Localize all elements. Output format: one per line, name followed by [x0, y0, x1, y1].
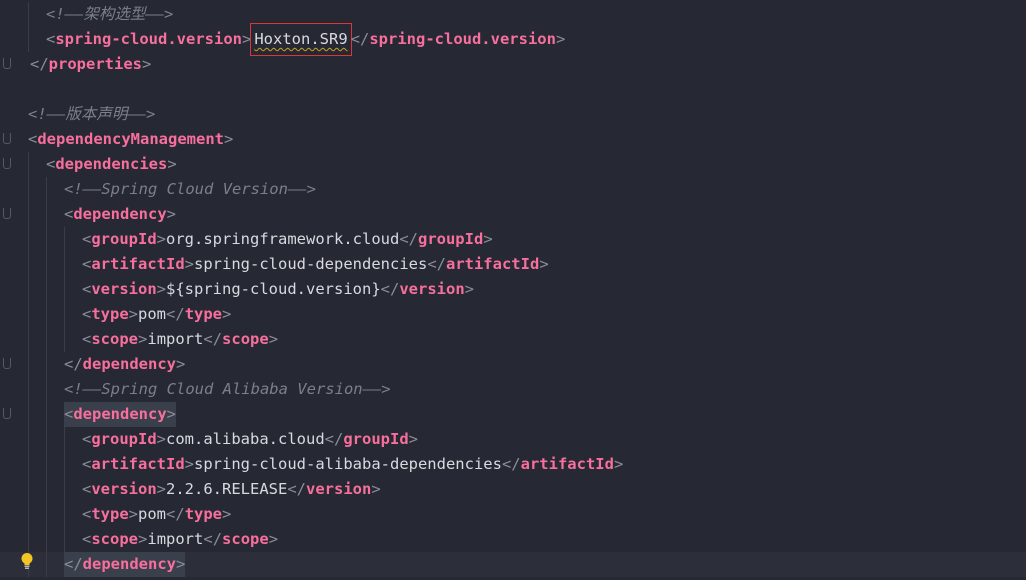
- code-line: <version>${spring-cloud.version}</versio…: [0, 277, 1026, 302]
- code-line: <dependency>: [0, 402, 1026, 427]
- tag-value: pom: [138, 505, 167, 523]
- xml-tag: dependencies: [55, 155, 168, 173]
- xml-comment: <!——架构选型——>: [46, 5, 174, 23]
- code-line: <scope>import</scope>: [0, 327, 1026, 352]
- xml-comment: <!——Spring Cloud Version——>: [64, 180, 316, 198]
- xml-tag: groupId: [343, 430, 409, 448]
- xml-tag: version: [399, 280, 465, 298]
- xml-tag: spring-cloud.version: [369, 30, 556, 48]
- xml-tag: artifactId: [445, 255, 540, 273]
- xml-comment: <!——Spring Cloud Alibaba Version——>: [64, 380, 391, 398]
- code-line: <dependencyManagement>: [28, 130, 234, 148]
- tag-value: org.springframework.cloud: [166, 230, 400, 248]
- xml-tag: type: [184, 305, 223, 323]
- xml-tag: version: [91, 480, 157, 498]
- matched-tag: <dependency>: [64, 402, 177, 427]
- xml-tag: properties: [48, 55, 142, 73]
- matched-tag: </dependency>: [64, 552, 186, 577]
- xml-tag: scope: [222, 330, 269, 348]
- xml-tag: scope: [91, 330, 139, 348]
- code-line: <spring-cloud.version> Hoxton.SR9 </spring…: [0, 23, 1026, 56]
- tag-value: com.alibaba.cloud: [166, 430, 325, 448]
- code-line: </dependency>: [0, 352, 1026, 377]
- xml-tag: version: [306, 480, 372, 498]
- code-line: <!——版本声明——>: [0, 102, 1026, 127]
- code-line-current: </dependency>: [0, 552, 1026, 577]
- xml-tag: scope: [222, 530, 269, 548]
- lightbulb-icon[interactable]: [20, 552, 34, 570]
- tag-value: import: [147, 530, 204, 548]
- xml-tag: scope: [91, 530, 139, 548]
- code-line: <dependencies>: [0, 152, 1026, 177]
- xml-tag: groupId: [417, 230, 484, 248]
- xml-tag: dependency: [73, 405, 167, 423]
- code-line: <type>pom</type>: [0, 502, 1026, 527]
- code-line: <!——Spring Cloud Version——>: [0, 177, 1026, 202]
- xml-tag: groupId: [91, 230, 157, 248]
- tag-value: 2.2.6.RELEASE: [166, 480, 288, 498]
- code-line: <!——架构选型——>: [0, 2, 1026, 27]
- tag-value: pom: [138, 305, 167, 323]
- xml-tag: dependency: [82, 355, 176, 373]
- code-line: <type>pom</type>: [0, 302, 1026, 327]
- xml-tag: spring-cloud.version: [55, 30, 242, 48]
- code-editor[interactable]: <!——架构选型——> <spring-cloud.version> Hoxton…: [0, 0, 1026, 580]
- xml-tag: version: [91, 280, 157, 298]
- code-area[interactable]: <!——架构选型——> <spring-cloud.version> Hoxton…: [0, 2, 1026, 577]
- code-line: <scope>import</scope>: [0, 527, 1026, 552]
- xml-tag: dependency: [82, 555, 176, 573]
- xml-tag: dependency: [73, 205, 167, 223]
- xml-tag: artifactId: [91, 255, 185, 273]
- tag-value: import: [147, 330, 204, 348]
- xml-tag: artifactId: [520, 455, 614, 473]
- xml-tag: groupId: [91, 430, 157, 448]
- code-line: <version>2.2.6.RELEASE</version>: [0, 477, 1026, 502]
- tag-value: spring-cloud-dependencies: [194, 255, 428, 273]
- code-line: <artifactId>spring-cloud-alibaba-depende…: [0, 452, 1026, 477]
- code-line: <artifactId>spring-cloud-dependencies</a…: [0, 252, 1026, 277]
- xml-tag: type: [184, 505, 223, 523]
- code-line: </properties>: [30, 55, 152, 73]
- code-line: <groupId>org.springframework.cloud</grou…: [0, 227, 1026, 252]
- xml-tag: artifactId: [91, 455, 185, 473]
- code-line: <dependency>: [0, 202, 1026, 227]
- tag-value: Hoxton.SR9: [254, 30, 348, 48]
- xml-tag: dependencyManagement: [37, 130, 224, 148]
- tag-value: spring-cloud-alibaba-dependencies: [194, 455, 502, 473]
- xml-comment: <!——版本声明——>: [28, 105, 156, 123]
- xml-tag: type: [91, 505, 129, 523]
- tag-value: ${spring-cloud.version}: [166, 280, 381, 298]
- xml-tag: type: [91, 305, 129, 323]
- code-line: <!——Spring Cloud Alibaba Version——>: [0, 377, 1026, 402]
- code-line: <groupId>com.alibaba.cloud</groupId>: [0, 427, 1026, 452]
